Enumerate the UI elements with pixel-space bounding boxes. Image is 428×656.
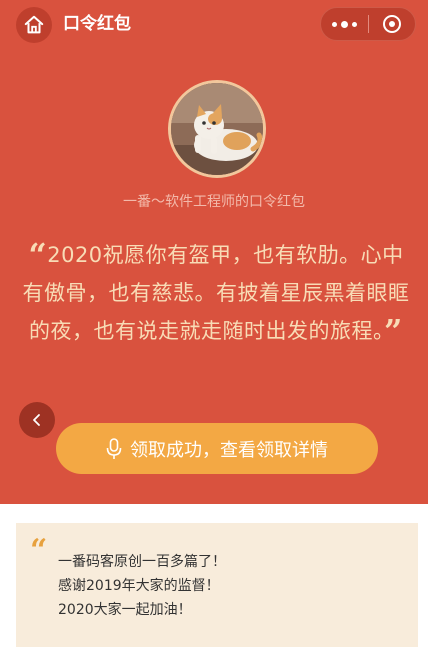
- note-line: 感谢2019年大家的监督！: [58, 578, 220, 594]
- microphone-icon: [106, 437, 122, 459]
- note-card: “ 一番码客原创一百多篇了！ 感谢2019年大家的监督！ 2020大家一起加油！: [16, 523, 418, 647]
- home-button[interactable]: [16, 7, 52, 43]
- note-quote-mark: “: [30, 533, 48, 568]
- back-button[interactable]: [19, 402, 55, 438]
- claim-details-button[interactable]: 领取成功，查看领取详情: [56, 423, 378, 474]
- home-icon: [24, 15, 44, 34]
- page-title: 口令红包: [63, 14, 131, 34]
- close-quote-mark: ”: [384, 312, 403, 350]
- more-button[interactable]: [321, 8, 368, 40]
- red-envelope-card: 口令红包 一番～软件工程师的口令红包 “2020祝愿你有盔甲，也有软肋。心中有傲…: [0, 0, 428, 504]
- target-close-icon: [382, 15, 401, 33]
- cat-photo: [171, 83, 263, 175]
- claim-button-label: 领取成功，查看领取详情: [130, 439, 328, 461]
- more-dots-icon: [331, 20, 357, 28]
- sender-line: 一番～软件工程师的口令红包: [123, 194, 305, 210]
- page: 口令红包 一番～软件工程师的口令红包 “2020祝愿你有盔甲，也有软肋。心中有傲…: [0, 0, 428, 656]
- note-line: 一番码客原创一百多篇了！: [58, 554, 226, 570]
- chevron-left-icon: [33, 414, 40, 426]
- close-button[interactable]: [369, 8, 416, 40]
- open-quote-mark: “: [28, 236, 48, 274]
- mini-program-capsule: [320, 7, 416, 41]
- blessing-message: “2020祝愿你有盔甲，也有软肋。心中有傲骨，也有慈悲。有披着星辰黑着眼眶的夜，…: [20, 236, 412, 350]
- note-text: 一番码客原创一百多篇了！ 感谢2019年大家的监督！ 2020大家一起加油！: [58, 550, 226, 622]
- avatar: [168, 80, 266, 178]
- note-line: 2020大家一起加油！: [58, 602, 192, 618]
- message-text: 2020祝愿你有盔甲，也有软肋。心中有傲骨，也有慈悲。有披着星辰黑着眼眶的夜，也…: [22, 243, 410, 343]
